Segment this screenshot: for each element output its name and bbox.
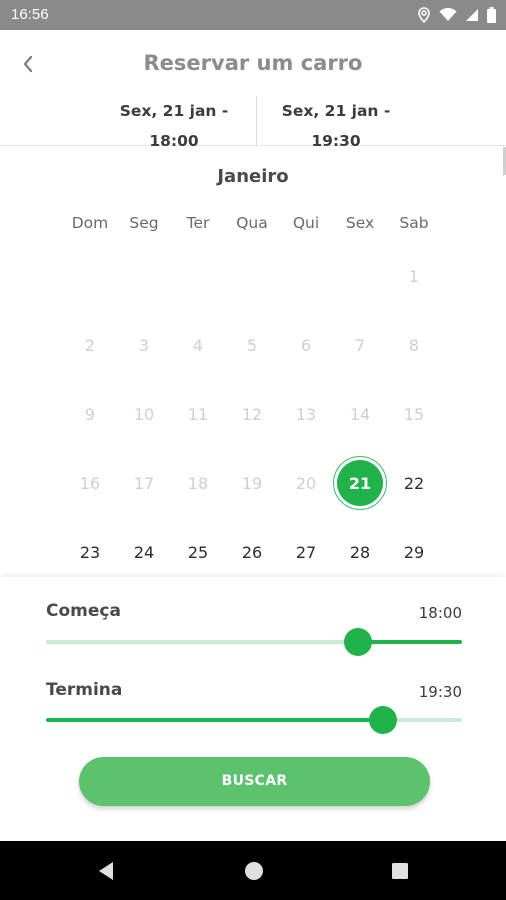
end-time-label: Termina <box>46 680 123 700</box>
month-title: Janeiro <box>217 166 289 187</box>
weekday-label: Sab <box>399 214 429 232</box>
end-time-slider[interactable] <box>46 718 462 722</box>
calendar-day[interactable]: 26 <box>225 538 279 568</box>
time-panel: Começa 18:00 Termina 19:30 BUSCAR <box>0 577 506 841</box>
calendar-day[interactable]: 22 <box>387 469 441 499</box>
start-slider-fill <box>358 640 462 644</box>
weekday-label: Sex <box>345 214 375 232</box>
calendar-day: 5 <box>246 336 258 355</box>
weekday-label: Seg <box>129 214 159 232</box>
end-time-value: 19:30 <box>418 683 462 701</box>
app-header: Reservar um carro <box>0 30 506 96</box>
nav-back-button[interactable] <box>95 860 117 882</box>
calendar-day: 12 <box>241 405 263 424</box>
calendar-day[interactable]: 29 <box>387 538 441 568</box>
date-range-bar: Sex, 21 jan - 18:00 Sex, 21 jan - 19:30 <box>0 96 506 150</box>
calendar-day: 2 <box>84 336 96 355</box>
calendar-day: 1 <box>408 267 420 286</box>
signal-icon <box>465 8 479 22</box>
search-button[interactable]: BUSCAR <box>79 757 430 806</box>
calendar-day: 6 <box>300 336 312 355</box>
status-icons <box>417 6 496 24</box>
calendar-day: 7 <box>354 336 366 355</box>
calendar-day: 11 <box>187 405 209 424</box>
start-time-label: Começa <box>46 601 121 621</box>
end-slider-thumb[interactable] <box>368 706 397 734</box>
start-time-slider[interactable] <box>46 640 462 644</box>
location-icon <box>417 7 431 23</box>
calendar-day: 9 <box>84 405 96 424</box>
end-slider-fill <box>46 718 383 722</box>
weekday-label: Qua <box>236 214 268 232</box>
wifi-icon <box>439 8 457 22</box>
square-recents-icon <box>392 863 408 879</box>
range-start-tab[interactable]: Sex, 21 jan - 18:00 <box>94 96 254 150</box>
weekday-label: Ter <box>186 214 210 232</box>
status-bar: 16:56 <box>0 0 506 30</box>
calendar-day: 8 <box>408 336 420 355</box>
nav-recents-button[interactable] <box>389 860 411 882</box>
calendar-day: 3 <box>138 336 150 355</box>
status-time: 16:56 <box>11 6 49 23</box>
weekday-label: Qui <box>292 214 320 232</box>
triangle-back-icon <box>99 862 113 880</box>
start-slider-thumb[interactable] <box>344 628 372 656</box>
calendar: Janeiro Dom Seg Ter Qua Qui Sex Sab 1 2 3 4 5 6 7 8 9 10… <box>0 147 506 577</box>
calendar-day: 17 <box>133 474 155 493</box>
circle-home-icon <box>245 862 263 880</box>
calendar-day[interactable]: 28 <box>333 538 387 568</box>
calendar-day: 4 <box>192 336 204 355</box>
calendar-day-selected[interactable]: 21 <box>333 469 387 499</box>
battery-icon <box>487 7 496 23</box>
range-end-tab[interactable]: Sex, 21 jan - 19:30 <box>257 96 415 150</box>
calendar-day: 15 <box>403 405 425 424</box>
calendar-day: 14 <box>349 405 371 424</box>
start-time-value: 18:00 <box>418 604 462 622</box>
calendar-day[interactable]: 23 <box>63 538 117 568</box>
calendar-day[interactable]: 27 <box>279 538 333 568</box>
calendar-day: 19 <box>241 474 263 493</box>
calendar-day[interactable]: 25 <box>171 538 225 568</box>
calendar-day: 20 <box>295 474 317 493</box>
calendar-day: 10 <box>133 405 155 424</box>
nav-home-button[interactable] <box>243 860 265 882</box>
page-title: Reservar um carro <box>143 51 363 75</box>
calendar-day: 18 <box>187 474 209 493</box>
calendar-day: 13 <box>295 405 317 424</box>
calendar-day: 16 <box>79 474 101 493</box>
weekday-label: Dom <box>71 214 109 232</box>
navigation-bar <box>0 841 506 900</box>
screen: 16:56 Reservar um carro Sex, 21 jan - 18… <box>0 0 506 900</box>
calendar-day[interactable]: 24 <box>117 538 171 568</box>
